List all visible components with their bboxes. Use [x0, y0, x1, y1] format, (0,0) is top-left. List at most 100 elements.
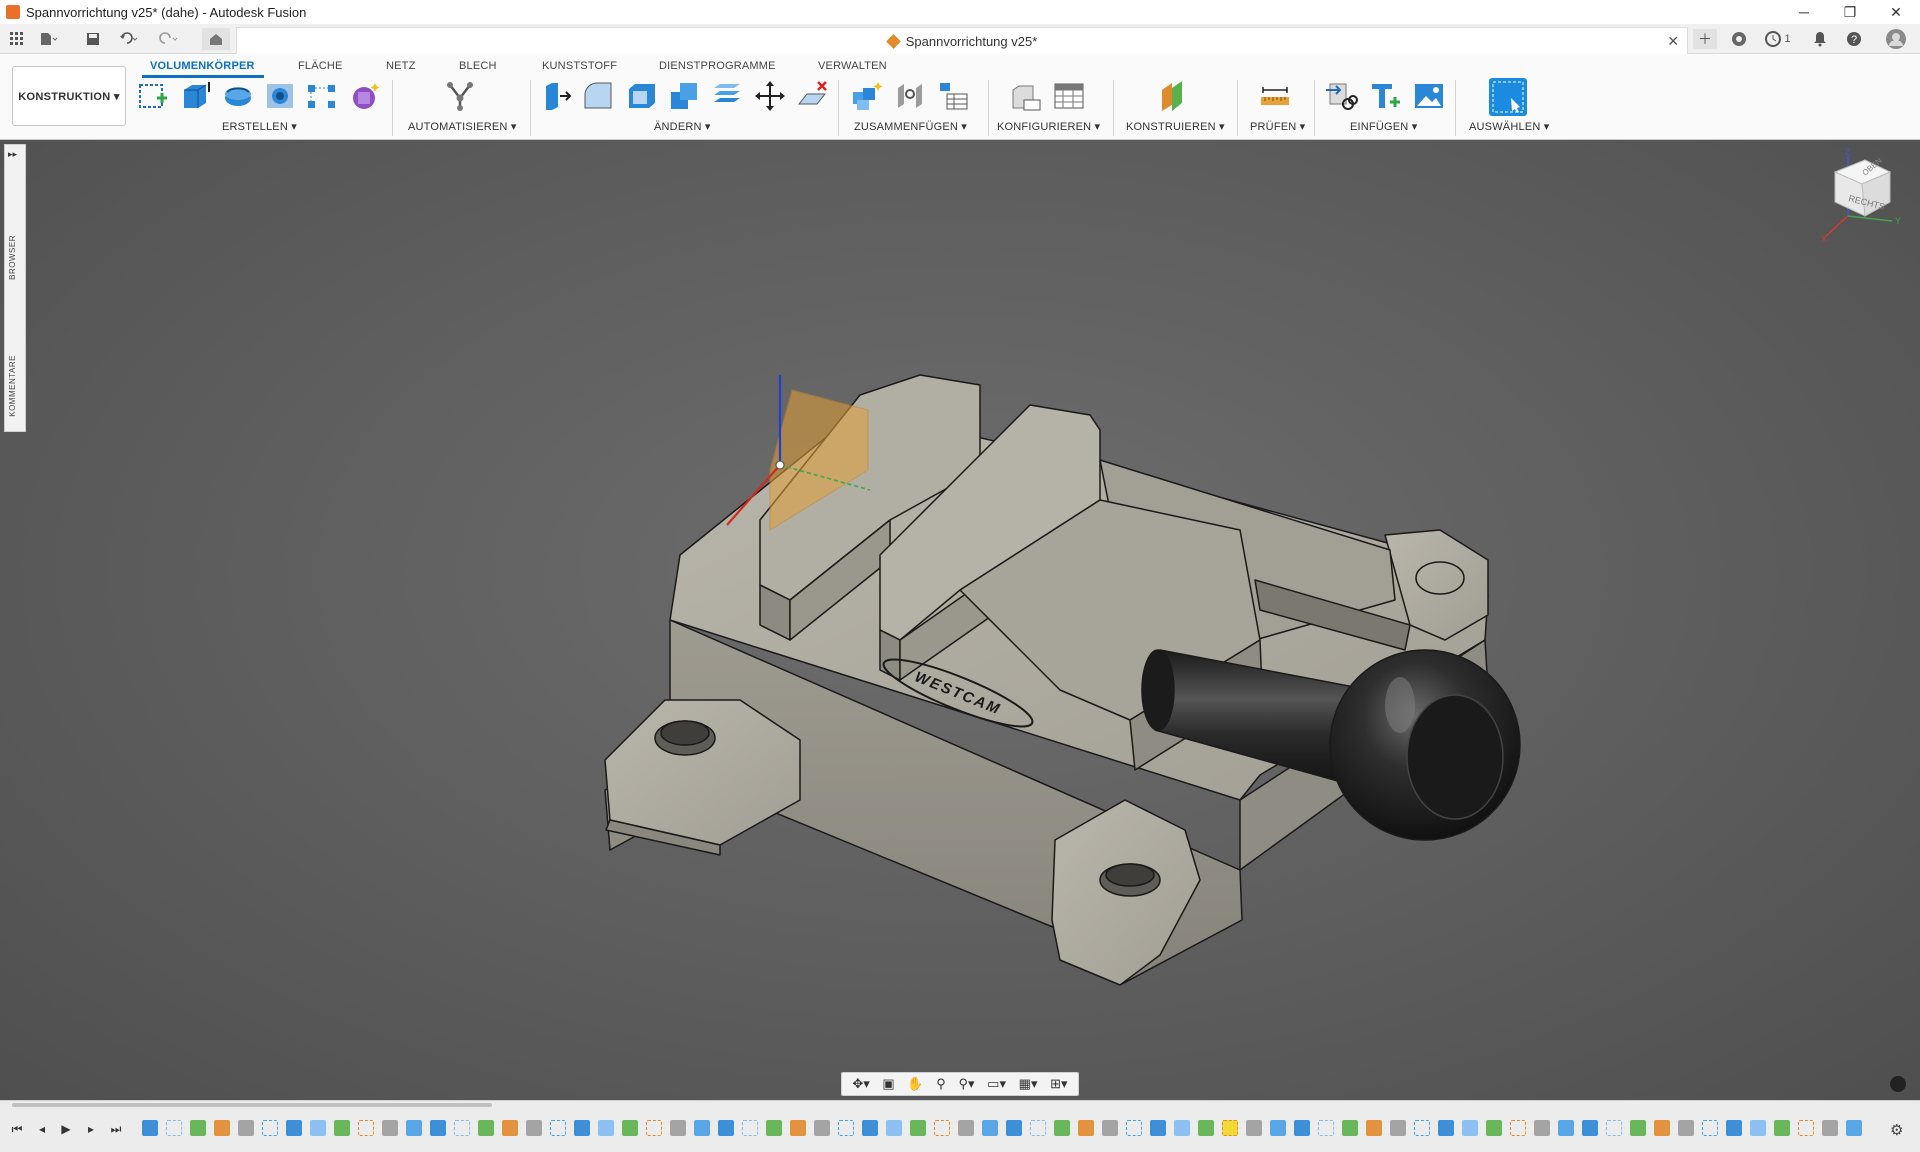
file-menu-icon[interactable] — [38, 30, 60, 48]
offset-plane-icon[interactable] — [1158, 80, 1190, 112]
measure-icon[interactable] — [1259, 80, 1291, 112]
timeline-feature-icon[interactable] — [1366, 1120, 1382, 1136]
timeline-sketch-icon[interactable] — [646, 1120, 662, 1136]
group-konfigurieren[interactable]: KONFIGURIEREN ▾ — [997, 120, 1100, 133]
timeline-feature-icon[interactable] — [1846, 1120, 1862, 1136]
timeline-feature-icon[interactable] — [1750, 1120, 1766, 1136]
timeline-feature-icon[interactable] — [142, 1120, 158, 1136]
group-zusammenfuegen[interactable]: ZUSAMMENFÜGEN ▾ — [854, 120, 967, 133]
automate-icon[interactable] — [444, 80, 476, 112]
timeline-feature-icon[interactable] — [622, 1120, 638, 1136]
notifications-bell-icon[interactable] — [1808, 29, 1832, 49]
timeline-sketch-icon[interactable] — [1126, 1120, 1142, 1136]
insert-mesh-icon[interactable] — [1370, 80, 1402, 112]
group-automatisieren[interactable]: AUTOMATISIEREN ▾ — [408, 120, 517, 133]
timeline-sketch-icon[interactable] — [1798, 1120, 1814, 1136]
timeline-feature-icon[interactable] — [1654, 1120, 1670, 1136]
timeline-feature-icon[interactable] — [814, 1120, 830, 1136]
timeline-feature-icon[interactable] — [430, 1120, 446, 1136]
timeline-feature-icon[interactable] — [310, 1120, 326, 1136]
viewcube[interactable]: RECHTS OBEN Z X Y — [1810, 146, 1910, 266]
group-pruefen[interactable]: PRÜFEN ▾ — [1250, 120, 1305, 133]
minimize-button[interactable]: ─ — [1781, 0, 1827, 24]
timeline-last-icon[interactable]: ⏭ — [107, 1122, 125, 1136]
timeline-sketch-icon[interactable] — [1030, 1120, 1046, 1136]
close-tab-icon[interactable]: ✕ — [1667, 33, 1679, 50]
move-copy-icon[interactable] — [754, 80, 786, 112]
timeline-feature-icon[interactable] — [1174, 1120, 1190, 1136]
extrude-icon[interactable] — [180, 80, 212, 112]
shell-icon[interactable] — [626, 80, 658, 112]
group-einfuegen[interactable]: EINFÜGEN ▾ — [1350, 120, 1417, 133]
timeline-feature-icon[interactable] — [1630, 1120, 1646, 1136]
timeline-feature-icon[interactable] — [1462, 1120, 1478, 1136]
timeline-feature-icon[interactable] — [598, 1120, 614, 1136]
tab-flaeche[interactable]: FLÄCHE — [298, 60, 343, 78]
timeline-feature-icon[interactable] — [1774, 1120, 1790, 1136]
undo-icon[interactable] — [118, 30, 140, 48]
timeline-feature-icon[interactable] — [1198, 1120, 1214, 1136]
timeline-feature-icon[interactable] — [406, 1120, 422, 1136]
display-settings-icon[interactable]: ▭▾ — [987, 1076, 1006, 1092]
timeline-feature-icon[interactable] — [1054, 1120, 1070, 1136]
timeline-scrollbar[interactable] — [12, 1103, 492, 1107]
insert-derive-icon[interactable] — [1326, 80, 1358, 112]
timeline-feature-icon[interactable] — [1726, 1120, 1742, 1136]
timeline-feature-icon[interactable] — [1558, 1120, 1574, 1136]
timeline-feature-icon[interactable] — [1534, 1120, 1550, 1136]
viewports-icon[interactable]: ⊞▾ — [1050, 1076, 1067, 1092]
timeline-feature-icon[interactable] — [670, 1120, 686, 1136]
timeline-feature-icon[interactable] — [382, 1120, 398, 1136]
timeline-feature-icon[interactable] — [910, 1120, 926, 1136]
app-grid-icon[interactable] — [6, 30, 28, 48]
new-component-icon[interactable] — [851, 80, 883, 112]
timeline-feature-icon[interactable] — [214, 1120, 230, 1136]
timeline-feature-icon[interactable] — [766, 1120, 782, 1136]
grid-settings-icon[interactable]: ▦▾ — [1019, 1076, 1038, 1092]
offset-face-icon[interactable] — [711, 80, 743, 112]
tab-kunststoff[interactable]: KUNSTSTOFF — [542, 60, 617, 78]
timeline-feature-icon[interactable] — [1390, 1120, 1406, 1136]
help-icon[interactable]: ? — [1842, 29, 1866, 49]
timeline-feature-icon[interactable] — [478, 1120, 494, 1136]
timeline-feature-icon[interactable] — [886, 1120, 902, 1136]
select-icon[interactable] — [1489, 78, 1527, 116]
timeline-feature-icon[interactable] — [862, 1120, 878, 1136]
tab-verwalten[interactable]: VERWALTEN — [818, 60, 887, 78]
document-tab[interactable]: Spannvorrichtung v25* ✕ — [236, 27, 1688, 54]
tab-netz[interactable]: NETZ — [386, 60, 416, 78]
press-pull-icon[interactable] — [540, 80, 572, 112]
revolve-icon[interactable] — [222, 80, 254, 112]
timeline-sketch-icon[interactable] — [742, 1120, 758, 1136]
timeline-settings-gear-icon[interactable]: ⚙ — [1890, 1121, 1908, 1139]
timeline-sketch-icon[interactable] — [1318, 1120, 1334, 1136]
sync-status-icon[interactable] — [1890, 1076, 1906, 1092]
redo-icon[interactable] — [158, 30, 180, 48]
fit-icon[interactable]: ⚲▾ — [958, 1076, 974, 1092]
timeline-play-icon[interactable]: ▶ — [57, 1122, 75, 1136]
timeline-feature-icon[interactable] — [1078, 1120, 1094, 1136]
timeline-feature-icon[interactable] — [1678, 1120, 1694, 1136]
timeline-sketch-icon[interactable] — [358, 1120, 374, 1136]
job-status-icon[interactable]: 1 — [1760, 29, 1796, 49]
zoom-icon[interactable]: ⚲ — [936, 1076, 946, 1092]
close-button[interactable]: ✕ — [1873, 0, 1919, 24]
timeline-feature-icon[interactable] — [982, 1120, 998, 1136]
vise-model[interactable]: WESTCAM — [0, 140, 1920, 1100]
joint-icon[interactable] — [894, 80, 926, 112]
timeline-sketch-icon[interactable] — [550, 1120, 566, 1136]
timeline-sketch-icon[interactable] — [454, 1120, 470, 1136]
timeline-feature-icon[interactable] — [1294, 1120, 1310, 1136]
timeline-feature-icon[interactable] — [502, 1120, 518, 1136]
timeline-feature-icon[interactable] — [286, 1120, 302, 1136]
configure-design-icon[interactable] — [1010, 80, 1042, 112]
timeline-feature-icon[interactable] — [1270, 1120, 1286, 1136]
timeline-sketch-icon[interactable] — [1510, 1120, 1526, 1136]
timeline-feature-icon[interactable] — [1006, 1120, 1022, 1136]
insert-canvas-icon[interactable] — [1413, 80, 1445, 112]
timeline-feature-icon[interactable] — [526, 1120, 542, 1136]
timeline-feature-icon[interactable] — [694, 1120, 710, 1136]
timeline-feature-icon[interactable] — [1822, 1120, 1838, 1136]
orbit-icon[interactable]: ✥▾ — [852, 1076, 869, 1092]
delete-icon[interactable] — [796, 80, 828, 112]
